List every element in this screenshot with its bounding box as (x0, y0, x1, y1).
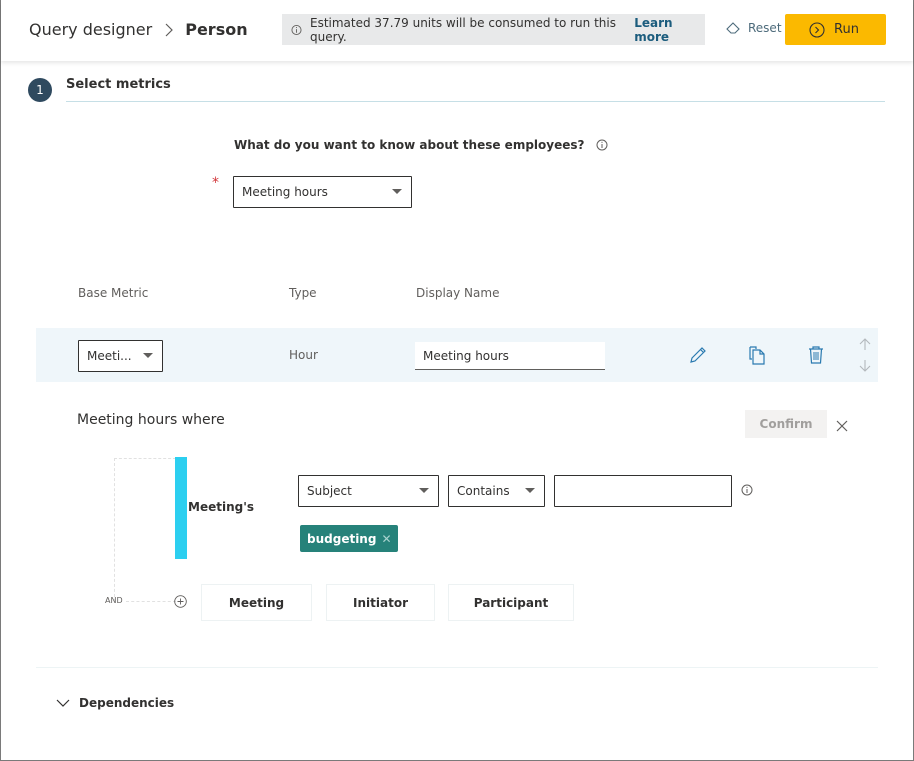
attribute-dropdown[interactable]: Subject (298, 475, 439, 507)
column-header-base-metric: Base Metric (78, 286, 149, 300)
info-icon (291, 24, 302, 35)
breadcrumb: Query designer Person (29, 20, 248, 39)
add-meeting-button[interactable]: Meeting (201, 584, 312, 621)
breadcrumb-query-designer[interactable]: Query designer (29, 20, 152, 39)
metric-type: Hour (289, 348, 318, 362)
caret-down-icon (525, 488, 535, 493)
header-bar: Query designer Person Estimated 37.79 un… (1, 0, 913, 61)
section-divider (36, 667, 878, 668)
eraser-icon (726, 22, 740, 34)
base-metric-value: Meeti... (87, 349, 132, 363)
metric-dropdown-value: Meeting hours (242, 185, 328, 199)
dependencies-label: Dependencies (79, 696, 175, 710)
dependencies-toggle[interactable]: Dependencies (56, 696, 174, 710)
base-metric-dropdown[interactable]: Meeti... (78, 340, 163, 372)
confirm-button[interactable]: Confirm (745, 410, 827, 438)
entity-group-bar (175, 457, 187, 559)
breadcrumb-person: Person (185, 20, 248, 39)
estimate-banner: Estimated 37.79 units will be consumed t… (282, 14, 705, 45)
info-icon[interactable] (596, 139, 608, 151)
entity-label: Meeting's (188, 500, 255, 514)
step-title: Select metrics (66, 77, 171, 92)
add-participant-button[interactable]: Participant (448, 584, 574, 621)
display-name-input[interactable] (415, 342, 605, 370)
filter-title: Meeting hours where (77, 412, 225, 428)
reset-button[interactable]: Reset (725, 21, 782, 35)
metric-dropdown[interactable]: Meeting hours (233, 176, 412, 208)
caret-down-icon (392, 189, 402, 194)
close-icon[interactable] (835, 419, 849, 433)
tree-connector (126, 601, 176, 602)
move-up-arrow-icon[interactable] (858, 337, 872, 351)
operator-dropdown[interactable]: Contains (448, 475, 545, 507)
tree-connector (114, 458, 115, 602)
delete-trash-icon[interactable] (807, 345, 825, 365)
learn-more-link[interactable]: Learn more (634, 16, 705, 44)
run-label: Run (834, 22, 859, 37)
run-button[interactable]: Run (785, 14, 886, 45)
caret-down-icon (143, 353, 153, 358)
step-number-badge: 1 (28, 78, 52, 102)
operator-value: Contains (457, 484, 510, 498)
filter-tag: budgeting ✕ (300, 525, 398, 552)
column-header-type: Type (289, 286, 317, 300)
add-initiator-button[interactable]: Initiator (326, 584, 435, 621)
attribute-value: Subject (307, 484, 352, 498)
add-circle-icon[interactable] (174, 595, 187, 608)
estimate-text: Estimated 37.79 units will be consumed t… (309, 15, 616, 44)
metric-question: What do you want to know about these emp… (234, 138, 608, 152)
and-operator-label[interactable]: AND (105, 596, 123, 605)
copy-icon[interactable] (748, 345, 768, 367)
step-divider (66, 101, 885, 102)
reset-label: Reset (748, 21, 782, 35)
play-circle-icon (809, 21, 825, 38)
column-header-display-name: Display Name (416, 286, 500, 300)
filter-tag-label: budgeting (307, 531, 377, 546)
chevron-right-icon (165, 23, 174, 36)
chevron-down-icon (56, 699, 70, 707)
filter-value-input[interactable] (554, 475, 732, 507)
tree-connector (114, 458, 176, 459)
required-indicator: * (212, 175, 219, 191)
info-icon[interactable] (741, 484, 753, 496)
metric-question-label: What do you want to know about these emp… (234, 138, 585, 152)
edit-pencil-icon[interactable] (688, 345, 708, 365)
remove-tag-icon[interactable]: ✕ (381, 532, 391, 546)
move-down-arrow-icon[interactable] (858, 359, 872, 373)
caret-down-icon (419, 488, 429, 493)
